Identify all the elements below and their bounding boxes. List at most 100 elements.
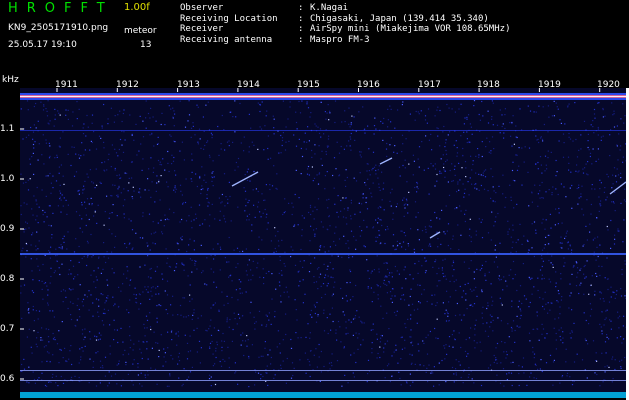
noise-pixel	[103, 256, 105, 258]
noise-pixel	[305, 372, 307, 374]
noise-pixel	[617, 159, 619, 161]
noise-pixel	[21, 317, 23, 319]
noise-pixel	[556, 106, 558, 108]
noise-pixel	[594, 237, 596, 239]
noise-pixel	[291, 213, 293, 216]
noise-pixel	[416, 183, 419, 185]
noise-pixel	[251, 230, 253, 232]
noise-pixel	[258, 248, 260, 251]
noise-pixel	[263, 258, 265, 260]
noise-pixel	[199, 224, 201, 226]
noise-pixel	[623, 338, 625, 340]
noise-pixel	[221, 291, 223, 293]
noise-pixel	[324, 175, 326, 177]
noise-pixel	[448, 336, 451, 338]
noise-pixel	[461, 167, 463, 169]
noise-pixel	[357, 337, 359, 339]
noise-pixel	[274, 247, 276, 250]
noise-pixel	[453, 381, 455, 383]
noise-pixel	[92, 302, 94, 304]
noise-pixel	[27, 302, 29, 304]
noise-pixel	[336, 141, 338, 143]
noise-pixel	[387, 126, 389, 128]
noise-pixel	[473, 382, 475, 384]
noise-pixel	[155, 342, 157, 344]
noise-pixel	[586, 260, 588, 262]
noise-pixel	[492, 102, 494, 104]
noise-pixel	[464, 350, 467, 352]
noise-pixel	[578, 149, 580, 151]
noise-pixel	[314, 144, 316, 146]
noise-pixel	[237, 383, 239, 385]
noise-pixel	[86, 296, 88, 298]
noise-pixel	[168, 385, 170, 387]
noise-pixel	[371, 301, 373, 303]
noise-pixel	[553, 359, 555, 361]
noise-pixel	[171, 339, 173, 341]
noise-pixel	[487, 305, 489, 307]
noise-pixel	[81, 329, 84, 331]
noise-pixel	[199, 177, 201, 179]
noise-pixel	[544, 170, 546, 172]
noise-pixel	[32, 309, 34, 311]
noise-pixel	[282, 132, 284, 134]
noise-pixel	[62, 357, 64, 359]
noise-pixel	[179, 150, 181, 152]
noise-pixel	[511, 328, 513, 330]
noise-pixel	[453, 281, 455, 283]
noise-pixel	[164, 219, 166, 221]
noise-pixel	[557, 301, 559, 303]
noise-pixel	[223, 173, 226, 175]
noise-pixel	[132, 363, 134, 365]
noise-pixel	[248, 386, 250, 388]
noise-pixel	[27, 189, 30, 191]
noise-pixel	[205, 329, 207, 331]
noise-pixel	[492, 330, 494, 332]
noise-pixel	[535, 229, 537, 231]
noise-pixel	[210, 385, 212, 387]
noise-pixel	[295, 332, 297, 334]
noise-pixel	[117, 155, 119, 157]
noise-pixel	[575, 138, 577, 141]
noise-pixel	[366, 163, 368, 165]
noise-pixel	[503, 276, 505, 278]
noise-pixel	[139, 237, 141, 239]
noise-pixel	[239, 317, 241, 319]
noise-pixel	[259, 276, 261, 278]
noise-pixel	[372, 323, 374, 325]
noise-pixel	[404, 347, 406, 349]
noise-pixel	[413, 248, 415, 250]
noise-pixel	[465, 338, 467, 341]
noise-pixel	[338, 238, 341, 240]
noise-pixel	[295, 145, 298, 147]
noise-pixel	[145, 289, 147, 291]
noise-pixel	[231, 296, 233, 299]
noise-pixel	[262, 212, 264, 214]
noise-pixel	[102, 294, 104, 296]
noise-pixel	[506, 373, 508, 375]
noise-pixel	[502, 123, 504, 125]
noise-pixel	[314, 257, 316, 259]
noise-pixel	[173, 156, 175, 159]
station-info: Observer: K.Nagai Receiving Location: Chig…	[180, 3, 510, 45]
noise-pixel	[417, 111, 419, 113]
noise-pixel	[151, 347, 153, 349]
noise-pixel	[267, 158, 269, 160]
noise-pixel	[274, 316, 276, 318]
noise-pixel	[496, 124, 499, 126]
noise-pixel	[571, 273, 573, 275]
noise-pixel	[558, 317, 560, 319]
noise-pixel	[213, 176, 215, 178]
noise-pixel	[139, 115, 141, 117]
noise-pixel	[471, 183, 473, 185]
noise-pixel	[50, 192, 52, 194]
noise-pixel	[56, 260, 58, 262]
noise-pixel	[100, 272, 102, 274]
noise-pixel	[512, 278, 514, 280]
noise-pixel	[510, 326, 513, 329]
noise-pixel	[191, 159, 193, 161]
noise-pixel	[529, 376, 531, 378]
noise-pixel	[499, 297, 501, 299]
noise-pixel	[570, 292, 572, 294]
noise-pixel	[378, 271, 380, 273]
